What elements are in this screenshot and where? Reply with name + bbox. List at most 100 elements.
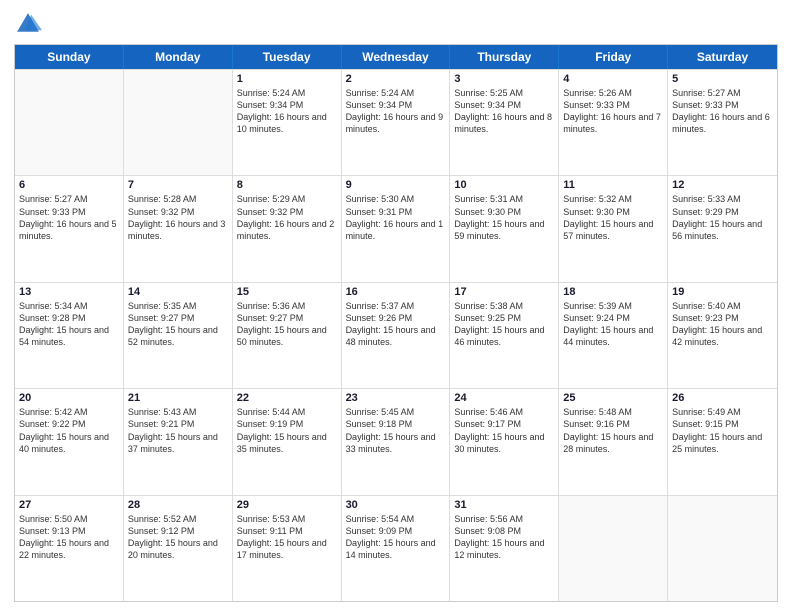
day-number: 18 — [563, 286, 663, 298]
sunrise-text: Sunrise: 5:24 AM — [346, 87, 446, 99]
day-number: 3 — [454, 73, 554, 85]
sunrise-text: Sunrise: 5:27 AM — [672, 87, 773, 99]
daylight-text: Daylight: 16 hours and 3 minutes. — [128, 218, 228, 242]
daylight-text: Daylight: 15 hours and 57 minutes. — [563, 218, 663, 242]
sunrise-text: Sunrise: 5:32 AM — [563, 193, 663, 205]
calendar-cell: 16Sunrise: 5:37 AMSunset: 9:26 PMDayligh… — [342, 283, 451, 388]
sunset-text: Sunset: 9:34 PM — [454, 99, 554, 111]
calendar-row: 6Sunrise: 5:27 AMSunset: 9:33 PMDaylight… — [15, 175, 777, 281]
sunset-text: Sunset: 9:27 PM — [128, 312, 228, 324]
calendar-cell: 24Sunrise: 5:46 AMSunset: 9:17 PMDayligh… — [450, 389, 559, 494]
daylight-text: Daylight: 16 hours and 7 minutes. — [563, 111, 663, 135]
calendar-cell: 29 Sunrise: 5:53 AMSunset: 9:11 PMDayligh… — [233, 496, 342, 601]
day-number: 27 — [19, 499, 119, 511]
calendar-cell: 19Sunrise: 5:40 AMSunset: 9:23 PMDayligh… — [668, 283, 777, 388]
day-number: 29 — [237, 499, 337, 511]
sunset-text: Sunset: 9:13 PM — [19, 525, 119, 537]
sunset-text: Sunset: 9:34 PM — [237, 99, 337, 111]
calendar-cell: 18Sunrise: 5:39 AMSunset: 9:24 PMDayligh… — [559, 283, 668, 388]
sunrise-text: Sunrise: 5:54 AM — [346, 513, 446, 525]
day-number: 1 — [237, 73, 337, 85]
calendar-cell: 2Sunrise: 5:24 AMSunset: 9:34 PMDaylight… — [342, 70, 451, 175]
daylight-text: Daylight: 15 hours and 54 minutes. — [19, 324, 119, 348]
day-number: 19 — [672, 286, 773, 298]
day-number: 23 — [346, 392, 446, 404]
day-number: 10 — [454, 179, 554, 191]
sunrise-text: Sunrise: 5:43 AM — [128, 406, 228, 418]
sunrise-text: Sunrise: 5:27 AM — [19, 193, 119, 205]
sunset-text: Sunset: 9:16 PM — [563, 418, 663, 430]
day-number: 8 — [237, 179, 337, 191]
day-number: 15 — [237, 286, 337, 298]
sunrise-text: Sunrise: 5:33 AM — [672, 193, 773, 205]
sunset-text: Sunset: 9:33 PM — [563, 99, 663, 111]
sunset-text: Sunset: 9:28 PM — [19, 312, 119, 324]
day-number: 5 — [672, 73, 773, 85]
sunset-text: Sunset: 9:22 PM — [19, 418, 119, 430]
calendar-cell: 11 Sunrise: 5:32 AMSunset: 9:30 PMDayligh… — [559, 176, 668, 281]
daylight-text: Daylight: 15 hours and 56 minutes. — [672, 218, 773, 242]
daylight-text: Daylight: 16 hours and 8 minutes. — [454, 111, 554, 135]
daylight-text: Daylight: 15 hours and 37 minutes. — [128, 431, 228, 455]
day-number: 30 — [346, 499, 446, 511]
sunrise-text: Sunrise: 5:46 AM — [454, 406, 554, 418]
calendar-cell: 20Sunrise: 5:42 AMSunset: 9:22 PMDayligh… — [15, 389, 124, 494]
sunset-text: Sunset: 9:30 PM — [454, 206, 554, 218]
calendar-cell: 6Sunrise: 5:27 AMSunset: 9:33 PMDaylight… — [15, 176, 124, 281]
calendar-cell: 9Sunrise: 5:30 AMSunset: 9:31 PMDaylight… — [342, 176, 451, 281]
calendar-cell: 10Sunrise: 5:31 AMSunset: 9:30 PMDayligh… — [450, 176, 559, 281]
daylight-text: Daylight: 15 hours and 17 minutes. — [237, 537, 337, 561]
sunset-text: Sunset: 9:12 PM — [128, 525, 228, 537]
day-number: 4 — [563, 73, 663, 85]
sunset-text: Sunset: 9:32 PM — [237, 206, 337, 218]
sunset-text: Sunset: 9:30 PM — [563, 206, 663, 218]
daylight-text: Daylight: 15 hours and 46 minutes. — [454, 324, 554, 348]
calendar-cell: 14Sunrise: 5:35 AMSunset: 9:27 PMDayligh… — [124, 283, 233, 388]
sunset-text: Sunset: 9:17 PM — [454, 418, 554, 430]
sunrise-text: Sunrise: 5:48 AM — [563, 406, 663, 418]
sunset-text: Sunset: 9:11 PM — [237, 525, 337, 537]
day-number: 20 — [19, 392, 119, 404]
daylight-text: Daylight: 15 hours and 33 minutes. — [346, 431, 446, 455]
calendar-cell: 27Sunrise: 5:50 AMSunset: 9:13 PMDayligh… — [15, 496, 124, 601]
sunrise-text: Sunrise: 5:38 AM — [454, 300, 554, 312]
day-number: 16 — [346, 286, 446, 298]
calendar-cell: 26Sunrise: 5:49 AMSunset: 9:15 PMDayligh… — [668, 389, 777, 494]
daylight-text: Daylight: 15 hours and 40 minutes. — [19, 431, 119, 455]
sunrise-text: Sunrise: 5:40 AM — [672, 300, 773, 312]
daylight-text: Daylight: 16 hours and 1 minute. — [346, 218, 446, 242]
day-number: 7 — [128, 179, 228, 191]
sunrise-text: Sunrise: 5:36 AM — [237, 300, 337, 312]
calendar-row: 1Sunrise: 5:24 AMSunset: 9:34 PMDaylight… — [15, 69, 777, 175]
logo — [14, 10, 46, 38]
sunset-text: Sunset: 9:33 PM — [672, 99, 773, 111]
calendar-cell — [15, 70, 124, 175]
sunset-text: Sunset: 9:25 PM — [454, 312, 554, 324]
sunset-text: Sunset: 9:31 PM — [346, 206, 446, 218]
calendar-cell: 1Sunrise: 5:24 AMSunset: 9:34 PMDaylight… — [233, 70, 342, 175]
sunrise-text: Sunrise: 5:37 AM — [346, 300, 446, 312]
day-number: 21 — [128, 392, 228, 404]
daylight-text: Daylight: 15 hours and 35 minutes. — [237, 431, 337, 455]
sunrise-text: Sunrise: 5:31 AM — [454, 193, 554, 205]
sunset-text: Sunset: 9:24 PM — [563, 312, 663, 324]
sunset-text: Sunset: 9:08 PM — [454, 525, 554, 537]
sunset-text: Sunset: 9:19 PM — [237, 418, 337, 430]
calendar-cell: 17 Sunrise: 5:38 AMSunset: 9:25 PMDayligh… — [450, 283, 559, 388]
sunrise-text: Sunrise: 5:53 AM — [237, 513, 337, 525]
day-number: 13 — [19, 286, 119, 298]
day-number: 12 — [672, 179, 773, 191]
calendar-row: 27Sunrise: 5:50 AMSunset: 9:13 PMDayligh… — [15, 495, 777, 601]
weekday-header: Sunday — [15, 45, 124, 69]
sunrise-text: Sunrise: 5:29 AM — [237, 193, 337, 205]
day-number: 17 — [454, 286, 554, 298]
weekday-header: Saturday — [668, 45, 777, 69]
daylight-text: Daylight: 15 hours and 44 minutes. — [563, 324, 663, 348]
day-number: 14 — [128, 286, 228, 298]
day-number: 11 — [563, 179, 663, 191]
sunset-text: Sunset: 9:09 PM — [346, 525, 446, 537]
calendar-cell: 8Sunrise: 5:29 AMSunset: 9:32 PMDaylight… — [233, 176, 342, 281]
sunset-text: Sunset: 9:32 PM — [128, 206, 228, 218]
daylight-text: Daylight: 15 hours and 25 minutes. — [672, 431, 773, 455]
sunrise-text: Sunrise: 5:52 AM — [128, 513, 228, 525]
